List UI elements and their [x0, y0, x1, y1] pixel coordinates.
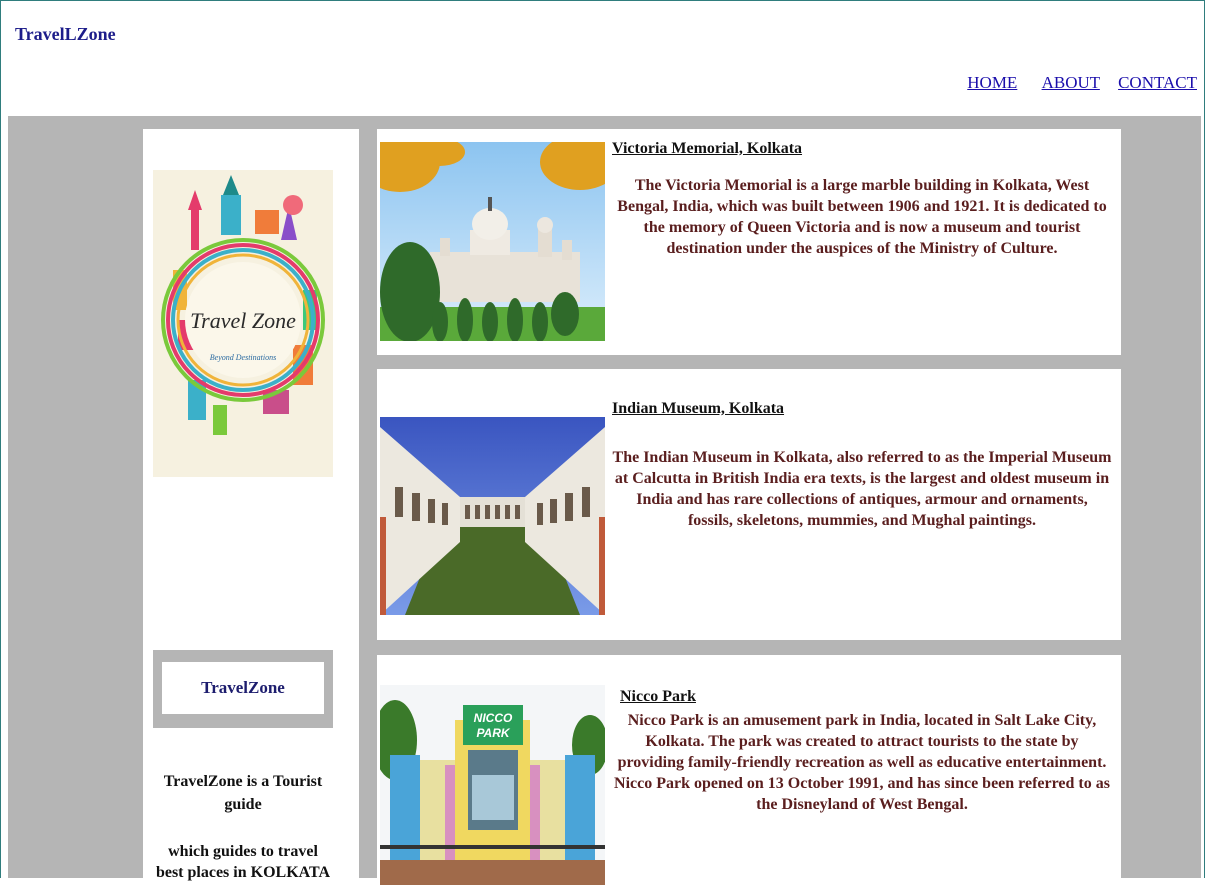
- svg-text:PARK: PARK: [476, 726, 510, 740]
- place-card: Victoria Memorial, Kolkata The Victoria …: [377, 129, 1121, 355]
- sidebar-description: TravelZone is a Tourist guide: [163, 773, 323, 813]
- place-card: NICCO PARK Nicco Park Nicco Park is an a…: [377, 655, 1121, 895]
- nicco-park-image: NICCO PARK: [380, 685, 605, 885]
- place-title[interactable]: Indian Museum, Kolkata: [612, 400, 784, 418]
- travelzone-box: TravelZone: [153, 650, 333, 728]
- place-title[interactable]: Victoria Memorial, Kolkata: [612, 140, 802, 158]
- travel-zone-logo: Travel Zone Beyond Destinations: [153, 170, 333, 477]
- victoria-memorial-image: [380, 142, 605, 341]
- svg-text:Beyond Destinations: Beyond Destinations: [210, 353, 276, 362]
- svg-text:NICCO: NICCO: [474, 711, 513, 725]
- indian-museum-image: [380, 417, 605, 615]
- place-card: Indian Museum, Kolkata The Indian Museum…: [377, 369, 1121, 640]
- sidebar: Travel Zone Beyond Destinations TravelZo…: [143, 129, 359, 889]
- sidebar-description-2: which guides to travel best places in KO…: [155, 843, 331, 881]
- place-description: The Victoria Memorial is a large marble …: [617, 177, 1107, 257]
- site-brand[interactable]: TravelLZone: [15, 24, 116, 45]
- travelzone-box-title: TravelZone: [162, 662, 324, 714]
- place-description: The Indian Museum in Kolkata, also refer…: [612, 449, 1112, 529]
- nav-home-link[interactable]: HOME: [967, 73, 1017, 92]
- nav-about-link[interactable]: ABOUT: [1042, 73, 1100, 92]
- place-description: Nicco Park is an amusement park in India…: [614, 712, 1110, 813]
- top-nav: HOME ABOUT CONTACT: [953, 73, 1197, 93]
- svg-text:Travel Zone: Travel Zone: [190, 308, 296, 333]
- nav-contact-link[interactable]: CONTACT: [1118, 73, 1197, 92]
- place-title[interactable]: Nicco Park: [620, 688, 696, 706]
